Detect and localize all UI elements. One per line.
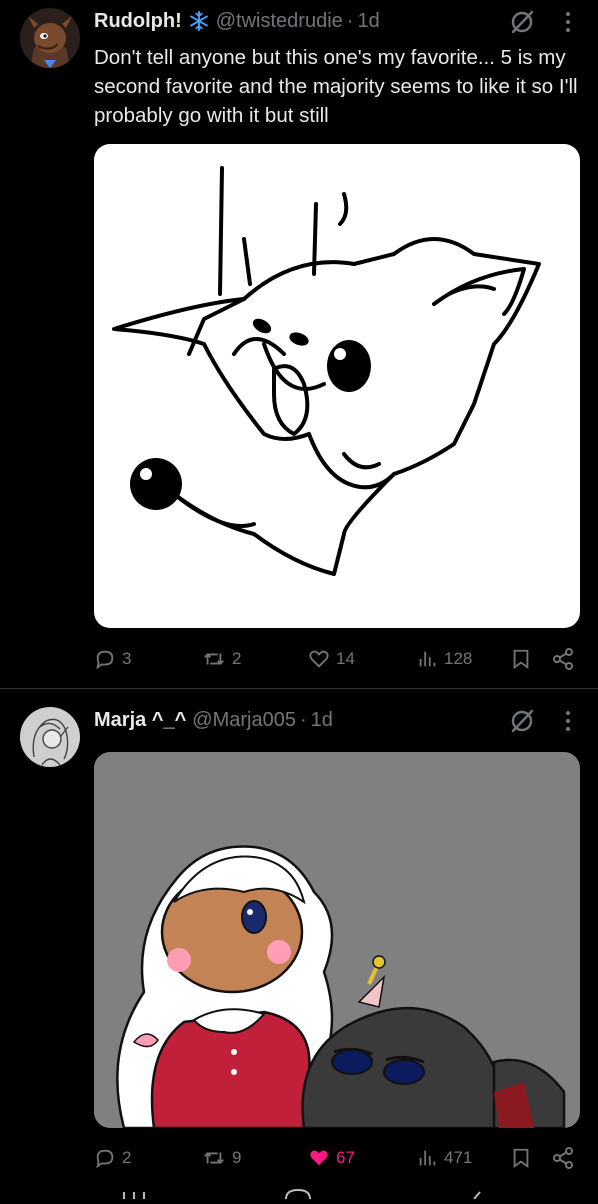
separator: ·	[346, 9, 354, 32]
like-count: 67	[336, 1148, 355, 1167]
repost-count: 9	[232, 1148, 242, 1167]
reply-count: 3	[122, 649, 132, 668]
views-button[interactable]: 128	[416, 644, 472, 674]
views-icon	[419, 1150, 436, 1166]
tweet-text: Don't tell anyone but this one's my favo…	[94, 46, 578, 127]
tweet: Rudolph! @twistedrudie · 1d Don't tell a…	[0, 0, 598, 688]
bookmark-icon	[513, 1148, 529, 1169]
author-name[interactable]: Rudolph!	[94, 10, 182, 33]
grok-icon[interactable]	[509, 9, 535, 35]
tweet-actions: 2 9 67 471	[94, 1143, 580, 1173]
bookmark-button[interactable]	[511, 644, 537, 674]
tweet-header: Rudolph! @twistedrudie · 1d	[94, 6, 380, 36]
avatar-image	[20, 8, 80, 68]
heart-filled-icon	[310, 1150, 328, 1166]
avatar[interactable]	[20, 8, 80, 68]
repost-count: 2	[232, 649, 242, 668]
like-button[interactable]: 14	[308, 644, 355, 674]
share-icon	[553, 648, 573, 670]
view-count: 128	[444, 649, 473, 668]
repost-button[interactable]: 9	[202, 1143, 241, 1173]
character-artwork-image	[116, 845, 566, 1128]
views-button[interactable]: 471	[416, 1143, 472, 1173]
reply-button[interactable]: 2	[94, 1143, 131, 1173]
share-icon	[553, 1147, 573, 1169]
view-count: 471	[444, 1148, 473, 1167]
repost-button[interactable]: 2	[202, 644, 241, 674]
bookmark-icon	[513, 649, 529, 670]
share-button[interactable]	[551, 644, 581, 674]
grok-icon[interactable]	[509, 708, 535, 734]
more-options-icon[interactable]	[563, 10, 573, 34]
reply-icon	[96, 1149, 114, 1169]
bookmark-button[interactable]	[511, 1143, 537, 1173]
reply-icon	[96, 650, 114, 670]
tweet: Marja ^_^ @Marja005 · 1d 2 9 67 471	[0, 689, 598, 1184]
like-count: 14	[336, 649, 355, 668]
avatar[interactable]	[20, 707, 80, 767]
system-navigation-bar	[0, 1184, 598, 1200]
share-button[interactable]	[551, 1143, 581, 1173]
repost-icon	[204, 653, 224, 665]
tweet-header: Marja ^_^ @Marja005 · 1d	[94, 705, 333, 735]
reply-button[interactable]: 3	[94, 644, 131, 674]
tweet-actions: 3 2 14 128	[94, 644, 580, 674]
views-icon	[419, 651, 436, 667]
like-button[interactable]: 67	[308, 1143, 355, 1173]
reply-count: 2	[122, 1148, 132, 1167]
separator: ·	[299, 708, 307, 731]
timestamp[interactable]: 1d	[357, 10, 379, 33]
nav-bar-icons	[123, 1188, 481, 1200]
author-handle[interactable]: @Marja005	[192, 709, 296, 732]
avatar-image	[20, 707, 80, 767]
back-icon	[473, 1191, 481, 1200]
author-handle[interactable]: @twistedrudie	[216, 10, 343, 33]
reindeer-sketch-image	[112, 166, 541, 576]
more-options-icon[interactable]	[563, 709, 573, 733]
home-icon	[285, 1188, 311, 1200]
tweet-media[interactable]	[94, 752, 580, 1128]
heart-icon	[309, 650, 329, 668]
repost-icon	[204, 1152, 224, 1164]
author-name[interactable]: Marja ^_^	[94, 709, 186, 732]
snowflake-icon	[189, 10, 208, 32]
tweet-media[interactable]	[94, 144, 580, 628]
timestamp[interactable]: 1d	[311, 709, 333, 732]
